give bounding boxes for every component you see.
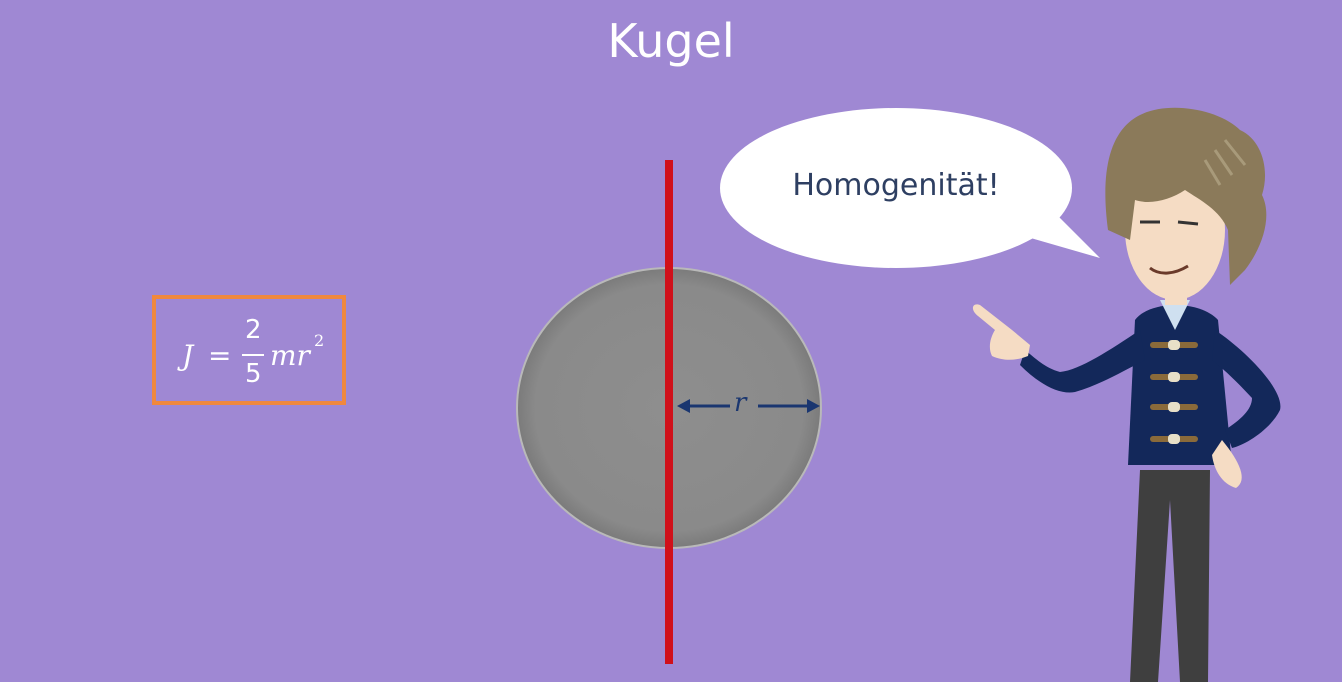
radius-label: r — [734, 388, 747, 418]
illustration-scene — [516, 107, 1281, 682]
rotation-axis — [665, 160, 673, 664]
speech-bubble-text: Homogenität! — [792, 168, 1000, 203]
